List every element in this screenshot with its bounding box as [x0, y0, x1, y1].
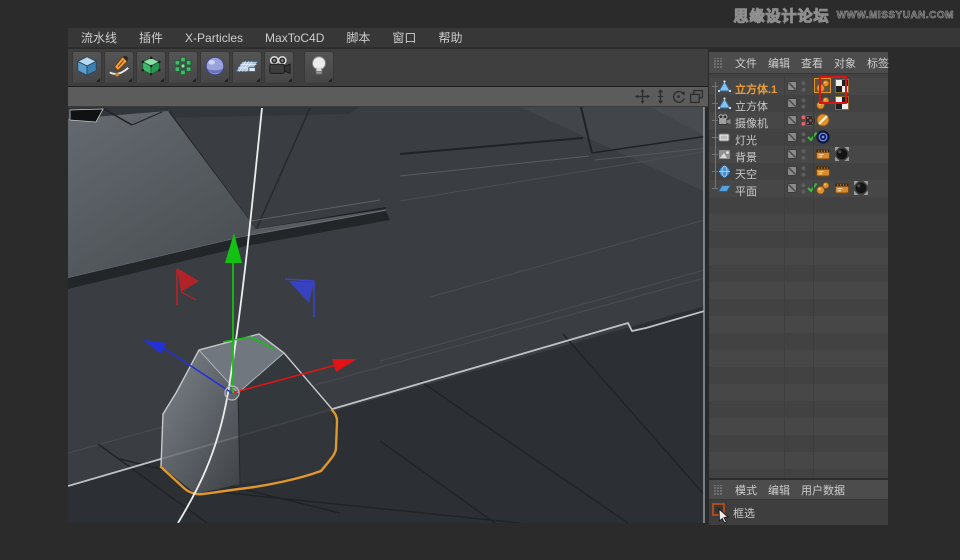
object-row-背景[interactable]: 背景 [709, 146, 888, 164]
light-object-icon [718, 131, 731, 144]
poly-object-icon [718, 80, 731, 93]
attributes-panel: 模式 编辑 用户数据 框选 [708, 480, 888, 525]
menu-item-1[interactable]: 插件 [139, 29, 163, 46]
column-separator [813, 74, 814, 478]
watermark-url: WWW.MISSYUAN.COM [836, 10, 954, 22]
object-row-立方体.1[interactable]: 立方体.1 [709, 78, 888, 96]
om-menu-item-2[interactable]: 查看 [801, 55, 823, 71]
viewport[interactable] [68, 86, 708, 523]
grid-handle-icon[interactable] [714, 56, 724, 68]
viewport-header [68, 87, 708, 107]
object-manager-menu: 文件 编辑 查看 对象 标签 [709, 52, 889, 74]
floor-tool[interactable] [232, 51, 262, 84]
material-tag-icon[interactable] [835, 147, 849, 161]
annotation-red-box [819, 76, 847, 104]
attr-menu-item-0[interactable]: 模式 [735, 482, 757, 498]
visibility-dots[interactable] [801, 165, 806, 178]
render-toggle-icon[interactable] [787, 115, 797, 125]
camera-object-icon [718, 114, 731, 127]
gizmo-origin [224, 385, 240, 401]
compositing-tag-icon[interactable] [816, 164, 830, 178]
menu-item-4[interactable]: 脚本 [346, 29, 370, 46]
om-menu-item-4[interactable]: 标签 [867, 55, 889, 71]
object-row-摄像机[interactable]: 摄像机 [709, 112, 888, 130]
add-cube-tool[interactable] [72, 51, 102, 84]
active-tool-label: 框选 [733, 508, 755, 520]
attr-menu-item-1[interactable]: 编辑 [768, 482, 790, 498]
render-toggle-icon[interactable] [787, 98, 797, 108]
main-toolbar [68, 49, 708, 86]
dolly-icon[interactable] [653, 89, 668, 104]
pan-icon[interactable] [635, 89, 650, 104]
compositing-tag-icon[interactable] [835, 181, 849, 195]
camera-tool-icon [267, 54, 291, 81]
viewport-scene[interactable] [68, 107, 708, 523]
rotate-icon[interactable] [671, 89, 686, 104]
phong-tag-icon[interactable] [816, 181, 830, 195]
object-row-灯光[interactable]: 灯光 [709, 129, 888, 147]
field-sphere-tool-icon [203, 54, 227, 81]
array-tool-icon [171, 54, 195, 81]
compositing-tag-icon[interactable] [816, 147, 830, 161]
field-sphere-tool[interactable] [200, 51, 230, 84]
column-separator [784, 74, 785, 478]
object-row-平面[interactable]: 平面 [709, 180, 888, 198]
floor-tool-icon [235, 54, 259, 81]
visibility-dots[interactable] [801, 148, 806, 161]
om-menu-item-3[interactable]: 对象 [834, 55, 856, 71]
render-toggle-icon[interactable] [787, 166, 797, 176]
menu-item-0[interactable]: 流水线 [81, 29, 117, 46]
visibility-dots[interactable] [801, 131, 806, 144]
menu-item-2[interactable]: X-Particles [185, 31, 243, 45]
object-row-天空[interactable]: 天空 [709, 163, 888, 181]
render-toggle-icon[interactable] [787, 132, 797, 142]
attr-menu-item-2[interactable]: 用户数据 [801, 482, 845, 498]
light-tool[interactable] [304, 51, 334, 84]
render-toggle-icon[interactable] [787, 149, 797, 159]
light-tool-icon [307, 54, 331, 81]
sky-object-icon [718, 165, 731, 178]
object-manager: 文件 编辑 查看 对象 标签 立方体.1 立方体 摄像机 灯光 背景 天空平面 [708, 52, 889, 478]
add-cube-tool-icon [75, 54, 99, 81]
viewport-nav [635, 89, 704, 104]
render-toggle-icon[interactable] [787, 183, 797, 193]
toggle-view-icon[interactable] [689, 89, 704, 104]
attributes-menu: 模式 编辑 用户数据 [709, 480, 888, 500]
array-tool[interactable] [168, 51, 198, 84]
om-menu-item-1[interactable]: 编辑 [768, 55, 790, 71]
spline-pen-tool-icon [107, 54, 131, 81]
edit-poly-tool[interactable] [136, 51, 166, 84]
spline-pen-tool[interactable] [104, 51, 134, 84]
c4d-window: 思缘设计论坛 WWW.MISSYUAN.COM 流水线 插件 X-Particles… [0, 0, 960, 560]
menu-item-5[interactable]: 窗口 [392, 29, 416, 46]
grid-handle-icon[interactable] [714, 483, 724, 495]
plane-object-icon [717, 182, 732, 195]
watermark: 思缘设计论坛 WWW.MISSYUAN.COM [733, 5, 954, 26]
menu-item-6[interactable]: 帮助 [438, 29, 462, 46]
mouse-cursor-icon [718, 507, 731, 524]
visibility-dots[interactable] [801, 97, 806, 110]
render-toggle-icon[interactable] [787, 81, 797, 91]
object-row-立方体[interactable]: 立方体 [709, 95, 888, 113]
attributes-content: 框选 [709, 500, 888, 525]
watermark-title: 思缘设计论坛 [733, 8, 830, 26]
main-menubar: 流水线 插件 X-Particles MaxToC4D 脚本 窗口 帮助 [68, 28, 960, 48]
visibility-dots[interactable] [801, 80, 806, 93]
protection-tag-icon[interactable] [816, 113, 830, 127]
background-object-icon [718, 148, 731, 161]
om-menu-item-0[interactable]: 文件 [735, 55, 757, 71]
edit-poly-tool-icon [139, 54, 163, 81]
poly-object-icon [718, 97, 731, 110]
material-tag-icon[interactable] [854, 181, 868, 195]
active-camera-icon[interactable] [805, 115, 816, 126]
object-name: 平面 [735, 185, 757, 198]
camera-tool[interactable] [264, 51, 294, 84]
target-tag-icon[interactable] [816, 130, 830, 144]
menu-item-3[interactable]: MaxToC4D [265, 31, 324, 45]
visibility-dots[interactable] [801, 182, 806, 195]
object-list: 立方体.1 立方体 摄像机 灯光 背景 天空平面 [709, 74, 888, 478]
